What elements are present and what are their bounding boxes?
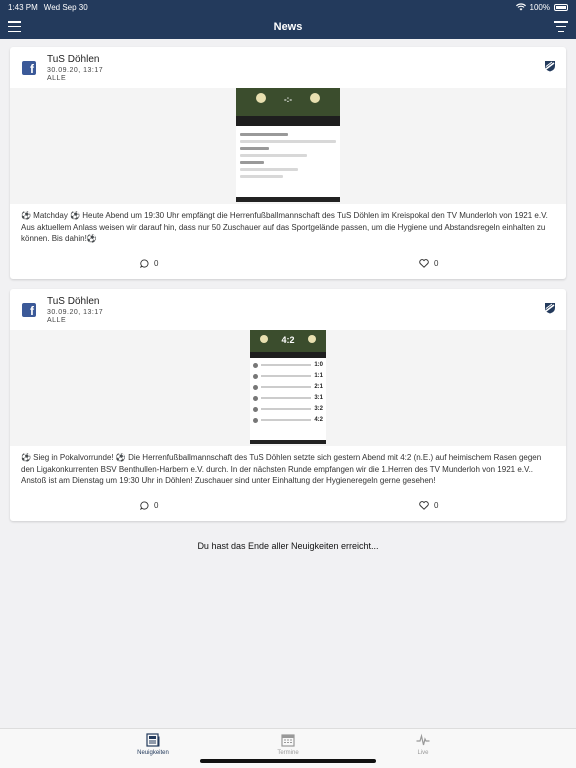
news-post-card[interactable]: f TuS Döhlen 30.09.20, 13:17 ALLE -:- ⚽ …: [10, 47, 566, 279]
tab-live[interactable]: Live: [383, 733, 463, 756]
facebook-icon: f: [22, 303, 36, 318]
match-result-image: 4:2 1:0 1:1 2:1 3:1 3:2 4:2: [250, 330, 326, 444]
post-actions: 0 0: [10, 259, 566, 273]
post-category: ALLE: [47, 75, 67, 82]
post-text: ⚽ Sieg in Pokalvorrunde! ⚽ Die Herrenfuß…: [21, 453, 542, 485]
like-button[interactable]: 0: [419, 259, 438, 268]
match-score: 4:2: [281, 335, 295, 345]
news-post-card[interactable]: f TuS Döhlen 30.09.20, 13:17 ALLE 4:2 1:…: [10, 289, 566, 521]
club-logo-icon: [545, 61, 555, 72]
comment-icon: [140, 501, 149, 510]
status-bar: 1:43 PM Wed Sep 30 100%: [0, 0, 576, 14]
match-preview-image: -:-: [236, 88, 340, 202]
club-logo-icon: [545, 303, 555, 314]
facebook-icon: f: [22, 61, 36, 76]
battery-icon: [554, 3, 568, 11]
tab-news-label: Neuigkeiten: [137, 750, 169, 756]
tab-events-label: Termine: [277, 750, 299, 756]
post-category: ALLE: [47, 317, 67, 324]
home-indicator[interactable]: [200, 759, 376, 763]
post-image[interactable]: 4:2 1:0 1:1 2:1 3:1 3:2 4:2: [10, 330, 566, 446]
page-title: News: [273, 20, 303, 33]
goal-score: 2:1: [314, 384, 323, 390]
navigation-bar: News: [0, 14, 576, 39]
comment-button[interactable]: 0: [140, 501, 158, 510]
like-button[interactable]: 0: [419, 501, 438, 510]
wifi-icon: [515, 3, 526, 11]
post-date: 30.09.20, 13:17: [47, 67, 104, 74]
goal-score: 3:1: [314, 395, 323, 401]
tab-news[interactable]: Neuigkeiten: [113, 733, 193, 756]
filter-icon[interactable]: [554, 21, 568, 32]
end-of-feed-message: Du hast das Ende aller Neuigkeiten errei…: [197, 541, 379, 551]
tab-events[interactable]: Termine: [248, 733, 328, 756]
post-image[interactable]: -:-: [10, 88, 566, 204]
comment-count: 0: [154, 259, 159, 268]
newspaper-icon: [146, 733, 160, 747]
post-text: ⚽ Matchday ⚽ Heute Abend um 19:30 Uhr em…: [21, 211, 548, 243]
status-right: 100%: [515, 2, 568, 12]
goal-score: 3:2: [314, 406, 323, 412]
like-count: 0: [434, 501, 439, 510]
goal-score: 1:0: [314, 362, 323, 368]
goal-score: 4:2: [314, 417, 323, 423]
post-actions: 0 0: [10, 501, 566, 515]
calendar-icon: [281, 734, 295, 747]
status-time: 1:43 PM: [8, 2, 38, 12]
post-date: 30.09.20, 13:17: [47, 309, 104, 316]
tab-live-label: Live: [417, 750, 429, 756]
heart-icon: [419, 501, 429, 510]
status-date: Wed Sep 30: [43, 2, 88, 12]
goal-score: 1:1: [314, 373, 323, 379]
comment-button[interactable]: 0: [140, 259, 158, 268]
battery-percent: 100%: [529, 2, 550, 12]
comment-count: 0: [154, 501, 159, 510]
pulse-icon: [416, 733, 430, 746]
heart-icon: [419, 259, 429, 268]
post-author: TuS Döhlen: [47, 296, 100, 307]
match-score: -:-: [284, 95, 292, 104]
comment-icon: [140, 259, 149, 268]
like-count: 0: [434, 259, 439, 268]
post-author: TuS Döhlen: [47, 54, 100, 65]
